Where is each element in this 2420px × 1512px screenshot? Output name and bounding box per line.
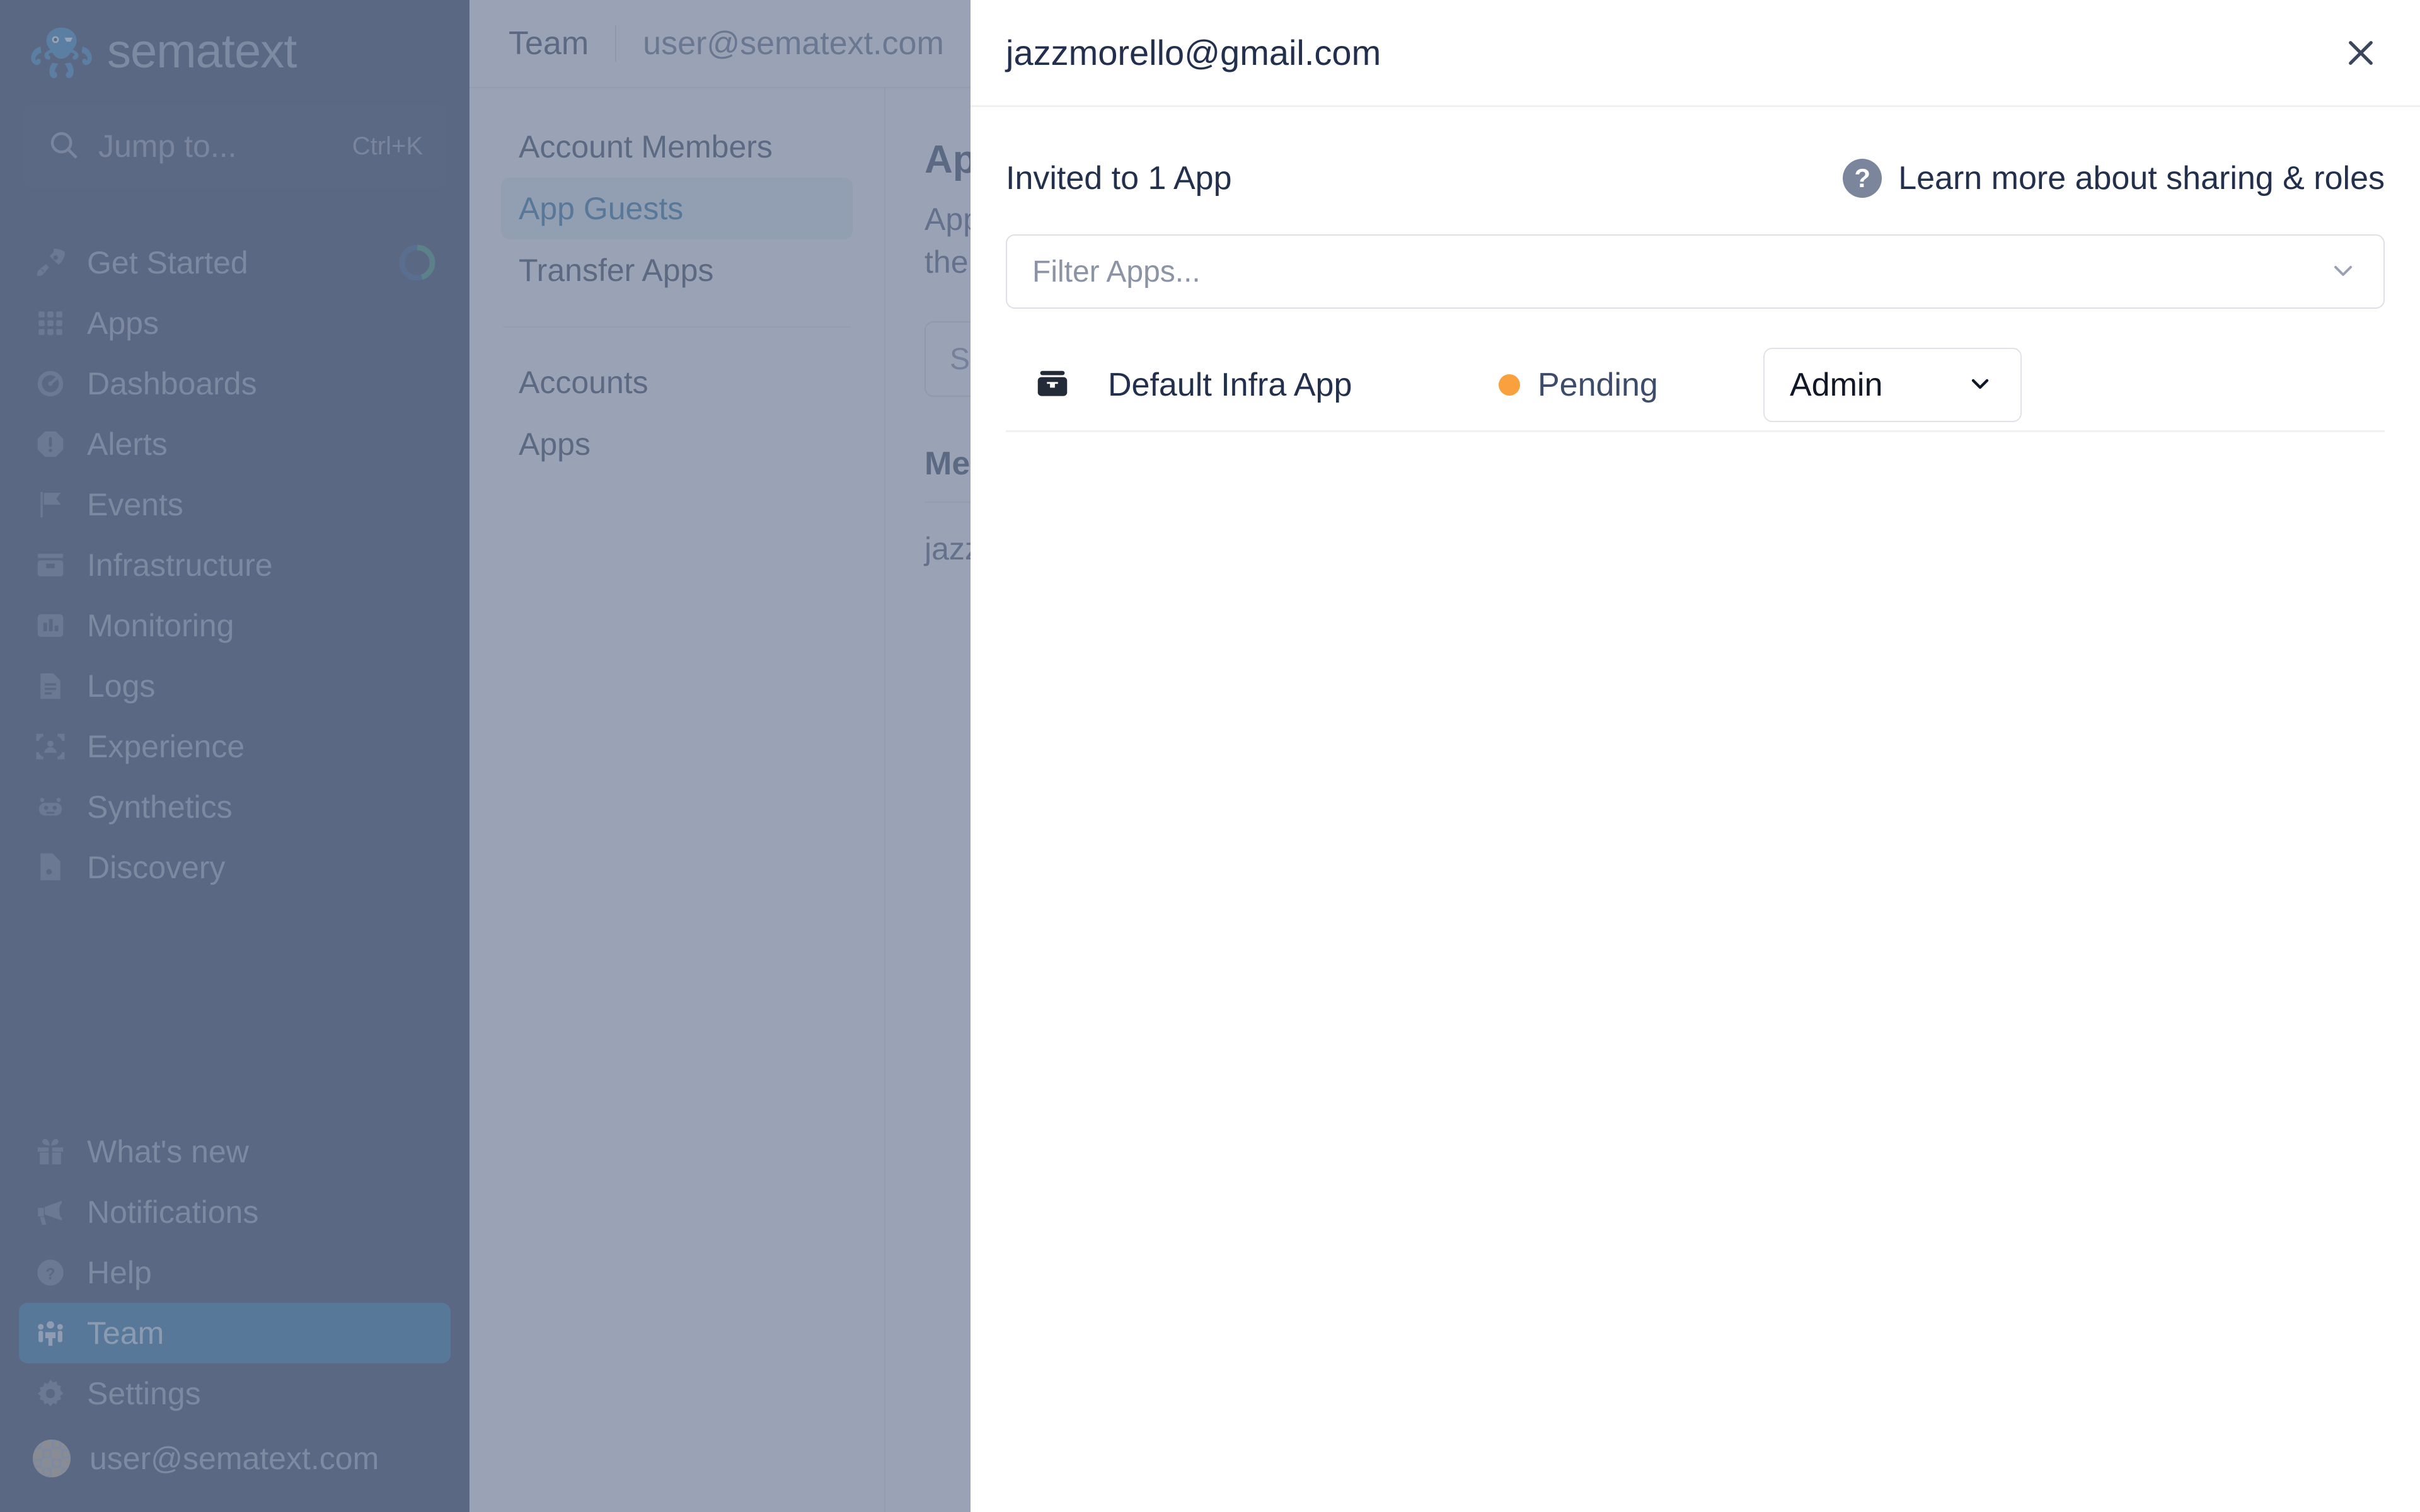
learn-more-label: Learn more about sharing & roles bbox=[1898, 160, 2385, 197]
chevron-down-icon bbox=[2328, 255, 2358, 289]
role-select[interactable]: Admin bbox=[1763, 347, 2022, 422]
infra-app-icon bbox=[1030, 365, 1075, 404]
panel-title: jazzmorello@gmail.com bbox=[1006, 33, 1381, 72]
learn-more-link[interactable]: ? Learn more about sharing & roles bbox=[1843, 159, 2385, 198]
status-badge: Pending bbox=[1499, 366, 1763, 404]
question-circle-icon: ? bbox=[1843, 159, 1882, 198]
app-name: Default Infra App bbox=[1108, 366, 1352, 403]
invited-summary-row: Invited to 1 App ? Learn more about shar… bbox=[1006, 159, 2385, 198]
app-guest-detail-panel: jazzmorello@gmail.com Invited to 1 App ?… bbox=[971, 0, 2420, 1512]
role-value: Admin bbox=[1790, 366, 1883, 403]
app-row: Default Infra App Pending Admin bbox=[1006, 339, 2385, 432]
invited-count-label: Invited to 1 App bbox=[1006, 160, 1232, 197]
filter-apps-placeholder: Filter Apps... bbox=[1032, 255, 1201, 289]
close-icon[interactable] bbox=[2337, 29, 2385, 77]
filter-apps-select[interactable]: Filter Apps... bbox=[1006, 234, 2385, 309]
panel-header: jazzmorello@gmail.com bbox=[971, 0, 2420, 107]
panel-body: Invited to 1 App ? Learn more about shar… bbox=[971, 107, 2420, 1512]
status-label: Pending bbox=[1538, 366, 1658, 403]
status-dot-icon bbox=[1499, 374, 1520, 396]
chevron-down-icon bbox=[1965, 368, 1995, 401]
